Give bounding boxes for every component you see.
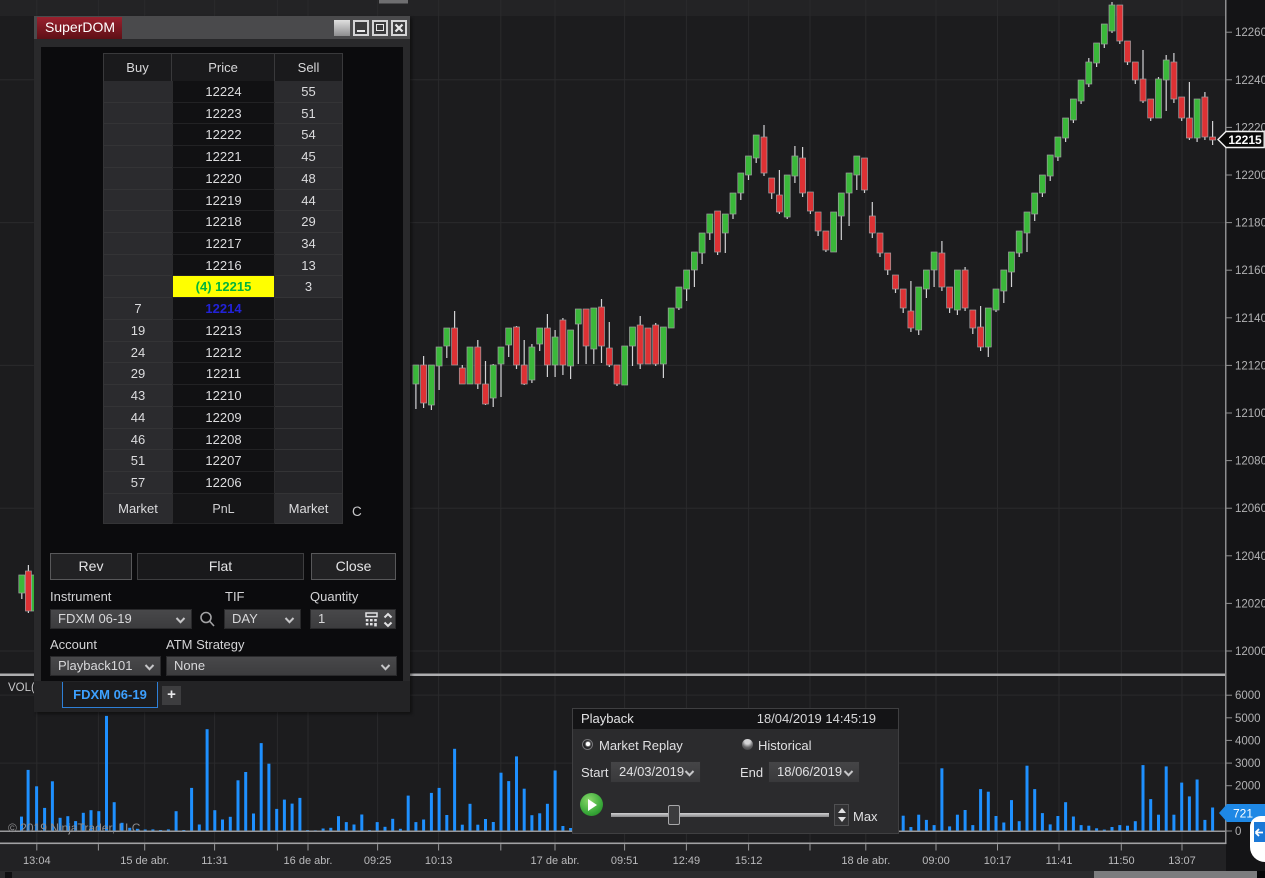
svg-text:12020: 12020 (1235, 598, 1265, 610)
svg-text:12120: 12120 (1235, 360, 1265, 372)
svg-text:12200: 12200 (1235, 170, 1265, 182)
svg-text:11:50: 11:50 (1108, 855, 1135, 867)
svg-text:15 de abr.: 15 de abr. (120, 855, 169, 867)
svg-text:15:12: 15:12 (735, 855, 763, 867)
svg-text:11:31: 11:31 (201, 855, 228, 867)
svg-text:11:41: 11:41 (1046, 855, 1073, 867)
svg-text:721: 721 (1233, 807, 1253, 821)
svg-text:0: 0 (1235, 826, 1241, 838)
svg-text:6000: 6000 (1235, 690, 1261, 702)
svg-text:5000: 5000 (1235, 713, 1261, 725)
svg-text:12160: 12160 (1235, 265, 1265, 277)
svg-text:© 2019 NinjaTrader, LLC: © 2019 NinjaTrader, LLC (8, 821, 141, 835)
svg-text:13:04: 13:04 (23, 855, 51, 867)
svg-text:12140: 12140 (1235, 313, 1265, 325)
svg-text:18 de abr.: 18 de abr. (841, 855, 890, 867)
svg-text:12000: 12000 (1235, 646, 1265, 658)
svg-text:10:13: 10:13 (425, 855, 453, 867)
svg-text:3000: 3000 (1235, 758, 1261, 770)
svg-text:12040: 12040 (1235, 551, 1265, 563)
svg-text:12240: 12240 (1235, 75, 1265, 87)
svg-text:12:49: 12:49 (673, 855, 701, 867)
svg-text:09:00: 09:00 (922, 855, 950, 867)
svg-text:09:51: 09:51 (611, 855, 639, 867)
svg-text:12100: 12100 (1235, 408, 1265, 420)
svg-text:12215: 12215 (1228, 133, 1262, 147)
svg-text:13:07: 13:07 (1168, 855, 1196, 867)
svg-text:2000: 2000 (1235, 781, 1261, 793)
svg-text:16 de abr.: 16 de abr. (284, 855, 333, 867)
svg-text:12060: 12060 (1235, 503, 1265, 515)
svg-text:12260: 12260 (1235, 27, 1265, 39)
svg-text:10:17: 10:17 (984, 855, 1012, 867)
svg-text:09:25: 09:25 (364, 855, 392, 867)
svg-text:12080: 12080 (1235, 456, 1265, 468)
svg-text:17 de abr.: 17 de abr. (531, 855, 580, 867)
svg-text:12180: 12180 (1235, 218, 1265, 230)
svg-text:4000: 4000 (1235, 735, 1261, 747)
